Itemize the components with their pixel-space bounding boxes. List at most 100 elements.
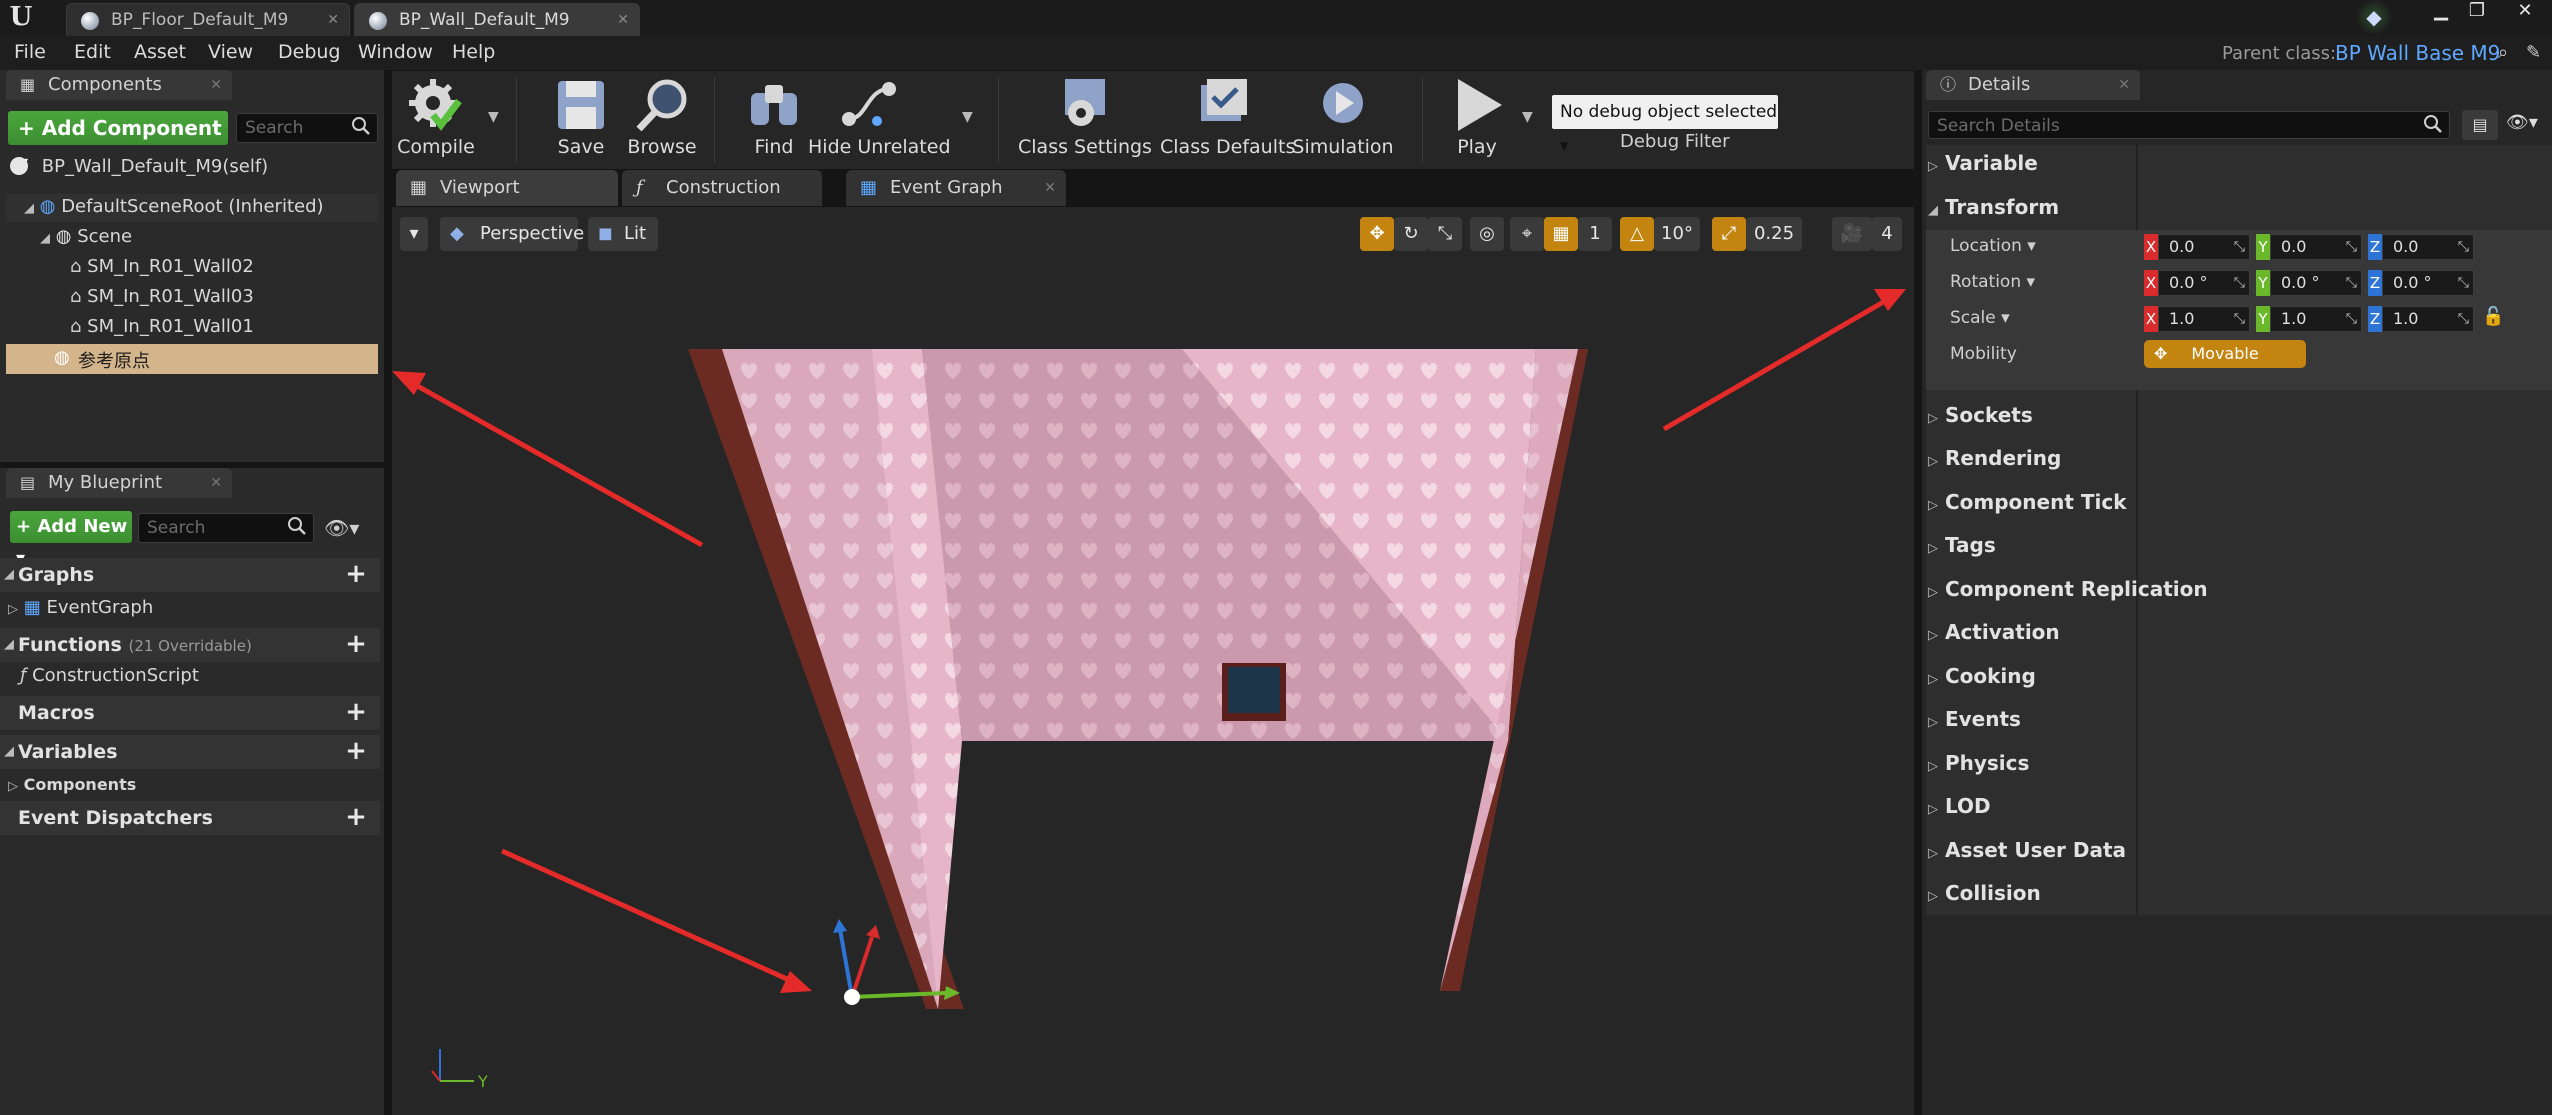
expand-triangle-icon[interactable]: ▷ bbox=[8, 602, 18, 617]
gizmo-z-axis[interactable] bbox=[838, 928, 854, 998]
class-settings-button[interactable]: Class Settings bbox=[1018, 71, 1152, 169]
construction-script-item[interactable]: ƒ ConstructionScript bbox=[20, 665, 199, 686]
gizmo-x-axis[interactable] bbox=[850, 936, 874, 998]
rotation-z-field[interactable]: 0.0 ° ⤡ bbox=[2382, 270, 2474, 296]
scale-y-field[interactable]: 1.0 ⤡ bbox=[2270, 306, 2362, 332]
section-transform[interactable]: ◢ Transform bbox=[1928, 195, 2059, 219]
mobility-movable-button[interactable]: ✥ Movable bbox=[2144, 340, 2306, 368]
tree-item-wall03[interactable]: ⌂ SM_In_R01_Wall03 bbox=[70, 286, 254, 307]
scale-x-field[interactable]: 1.0 ⤡ bbox=[2158, 306, 2250, 332]
rotation-y-field[interactable]: 0.0 ° ⤡ bbox=[2270, 270, 2362, 296]
drag-handle-icon[interactable]: ⤡ bbox=[2346, 307, 2357, 331]
section-asset-user-data[interactable]: ▷ Asset User Data bbox=[1928, 838, 2126, 862]
hide-unrelated-options-icon[interactable]: ▼ bbox=[962, 109, 973, 125]
section-tags[interactable]: ▷ Tags bbox=[1928, 533, 1996, 557]
section-physics[interactable]: ▷ Physics bbox=[1928, 751, 2029, 775]
menu-window[interactable]: Window bbox=[358, 41, 433, 63]
browse-parent-icon[interactable]: ⌕ bbox=[2498, 42, 2508, 63]
minimize-icon[interactable]: ▁ bbox=[2424, 0, 2458, 22]
viewport-scene[interactable]: Y bbox=[392, 207, 1914, 1115]
drag-handle-icon[interactable]: ⤡ bbox=[2346, 235, 2357, 259]
section-sockets[interactable]: ▷ Sockets bbox=[1928, 403, 2033, 427]
restore-icon[interactable]: ❐ bbox=[2460, 0, 2494, 22]
menu-help[interactable]: Help bbox=[452, 41, 495, 63]
save-button[interactable]: Save bbox=[544, 71, 618, 169]
gizmo-x-arrow[interactable] bbox=[866, 925, 880, 939]
tree-item-reference-origin[interactable]: ◍ 参考原点 bbox=[6, 344, 378, 374]
close-icon[interactable]: ✕ bbox=[617, 4, 629, 36]
menu-view[interactable]: View bbox=[208, 41, 253, 63]
expand-triangle-icon[interactable]: ◢ bbox=[40, 231, 50, 246]
rotation-x-field[interactable]: 0.0 ° ⤡ bbox=[2158, 270, 2250, 296]
menu-file[interactable]: File bbox=[14, 41, 46, 63]
scale-z-field[interactable]: 1.0 ⤡ bbox=[2382, 306, 2474, 332]
section-collision[interactable]: ▷ Collision bbox=[1928, 881, 2041, 905]
drag-handle-icon[interactable]: ⤡ bbox=[2234, 235, 2245, 259]
tree-item-default-scene-root[interactable]: ◢ ◍ DefaultSceneRoot (Inherited) bbox=[24, 196, 324, 217]
collapse-triangle-icon[interactable]: ◢ bbox=[4, 558, 14, 592]
section-component-tick[interactable]: ▷ Component Tick bbox=[1928, 490, 2127, 514]
details-search-input[interactable]: Search Details bbox=[1928, 111, 2450, 139]
rotation-label[interactable]: Rotation ▾ bbox=[1950, 272, 2035, 292]
tab-viewport[interactable]: ▦ Viewport bbox=[396, 170, 618, 206]
components-category[interactable]: ▷ Components bbox=[8, 775, 136, 794]
gizmo-pivot[interactable] bbox=[844, 989, 860, 1005]
menu-debug[interactable]: Debug bbox=[278, 41, 340, 63]
drag-handle-icon[interactable]: ⤡ bbox=[2458, 271, 2469, 295]
camera-speed-value[interactable]: 4 bbox=[1872, 217, 1902, 251]
details-tab[interactable]: ⓘ Details ✕ bbox=[1926, 70, 2140, 100]
compile-button[interactable]: Compile bbox=[392, 71, 480, 169]
graphs-section[interactable]: ◢ Graphs + bbox=[0, 558, 380, 592]
drag-handle-icon[interactable]: ⤡ bbox=[2346, 271, 2357, 295]
add-component-button[interactable]: + Add Component ▾ bbox=[8, 111, 228, 174]
rotation-snap-icon[interactable]: △ bbox=[1620, 217, 1654, 251]
scale-tool-icon[interactable]: ⤡ bbox=[1428, 217, 1462, 251]
rotate-tool-icon[interactable]: ↻ bbox=[1394, 217, 1428, 251]
close-icon[interactable]: ✕ bbox=[210, 70, 222, 100]
section-events[interactable]: ▷ Events bbox=[1928, 707, 2021, 731]
source-control-icon[interactable]: ◆ bbox=[2354, 0, 2394, 34]
variables-section[interactable]: ◢ Variables + bbox=[0, 735, 380, 769]
tab-construction-script[interactable]: ƒ Construction Script ✕ bbox=[622, 170, 822, 234]
hide-unrelated-button[interactable]: Hide Unrelated bbox=[808, 71, 951, 169]
collapse-triangle-icon[interactable]: ◢ bbox=[4, 735, 14, 769]
drag-handle-icon[interactable]: ⤡ bbox=[2234, 307, 2245, 331]
menu-asset[interactable]: Asset bbox=[134, 41, 186, 63]
perspective-button[interactable]: ◆ Perspective bbox=[440, 217, 584, 251]
event-graph-item[interactable]: ▷ ▦ EventGraph bbox=[8, 597, 153, 618]
add-variable-icon[interactable]: + bbox=[344, 738, 368, 764]
expand-triangle-icon[interactable]: ▷ bbox=[8, 779, 18, 794]
tree-item-scene[interactable]: ◢ ◍ Scene bbox=[40, 226, 132, 247]
blueprint-search-input[interactable]: Search bbox=[138, 513, 314, 543]
functions-section[interactable]: ◢ Functions (21 Overridable) + bbox=[0, 628, 380, 662]
lit-button[interactable]: ◼ Lit bbox=[588, 217, 658, 251]
lock-scale-icon[interactable]: 🔓 bbox=[2482, 306, 2504, 327]
add-new-button[interactable]: + Add New ▾ bbox=[10, 511, 132, 569]
visibility-eye-icon[interactable]: 👁▾ bbox=[324, 516, 359, 540]
rotation-snap-value[interactable]: 10° bbox=[1654, 217, 1700, 251]
location-y-field[interactable]: 0.0 ⤡ bbox=[2270, 234, 2362, 260]
location-z-field[interactable]: 0.0 ⤡ bbox=[2382, 234, 2474, 260]
browse-button[interactable]: Browse bbox=[620, 71, 704, 169]
grid-size-icon[interactable]: 1 bbox=[1578, 217, 1612, 251]
tab-event-graph[interactable]: ▦ Event Graph ✕ bbox=[846, 170, 1066, 206]
expand-triangle-icon[interactable]: ◢ bbox=[24, 201, 34, 216]
property-matrix-icon[interactable]: ▤ bbox=[2462, 110, 2498, 140]
gizmo-z-arrow[interactable] bbox=[833, 919, 847, 933]
add-graph-icon[interactable]: + bbox=[344, 561, 368, 587]
close-icon[interactable]: ✕ bbox=[327, 4, 339, 36]
close-icon[interactable]: ✕ bbox=[2118, 70, 2130, 100]
world-local-icon[interactable]: ◎ bbox=[1470, 217, 1504, 251]
section-activation[interactable]: ▷ Activation bbox=[1928, 620, 2060, 644]
add-event-dispatcher-icon[interactable]: + bbox=[344, 804, 368, 830]
simulation-button[interactable]: Simulation bbox=[1288, 71, 1398, 169]
parent-class-link[interactable]: BP Wall Base M9 bbox=[2335, 41, 2500, 65]
macros-section[interactable]: Macros + bbox=[0, 696, 380, 730]
event-dispatchers-section[interactable]: Event Dispatchers + bbox=[0, 801, 380, 835]
play-button[interactable]: Play bbox=[1432, 71, 1522, 169]
add-function-icon[interactable]: + bbox=[344, 631, 368, 657]
section-variable[interactable]: ▷ Variable bbox=[1928, 151, 2038, 175]
close-icon[interactable]: ✕ bbox=[210, 468, 222, 498]
components-search-input[interactable]: Search bbox=[236, 113, 378, 143]
location-label[interactable]: Location ▾ bbox=[1950, 236, 2036, 256]
